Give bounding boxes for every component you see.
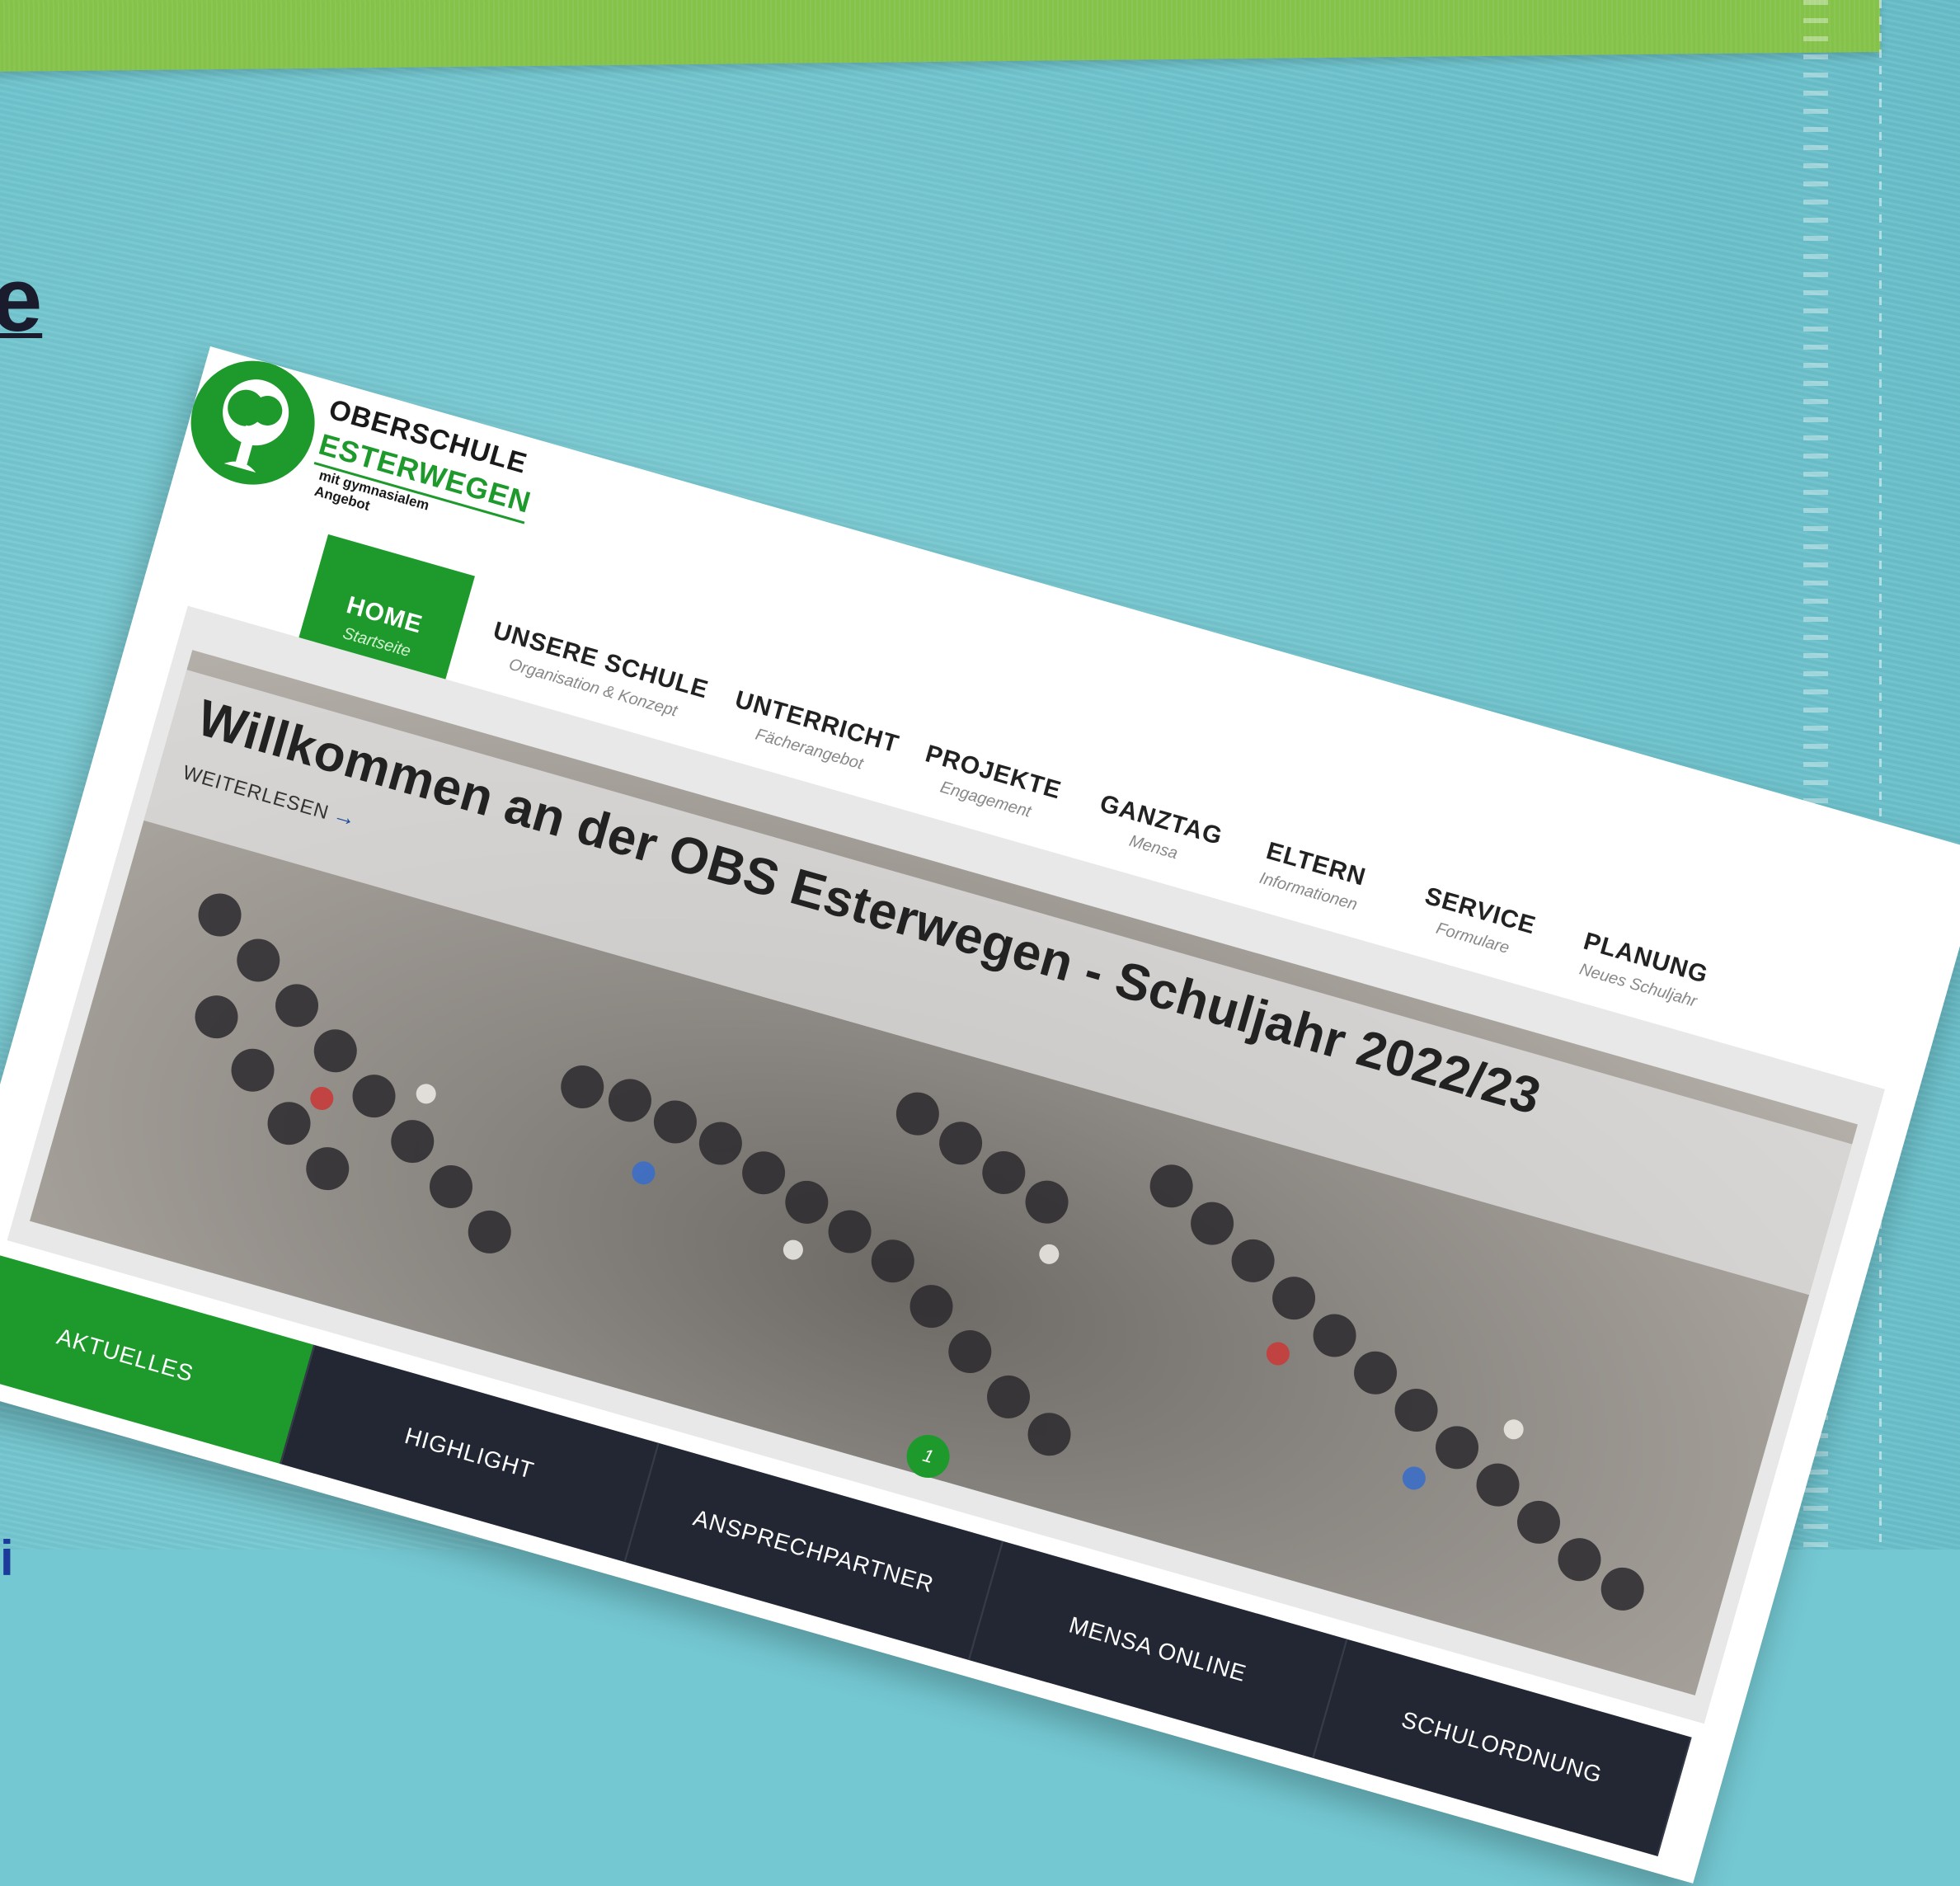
nav-item-eltern[interactable]: ELTERN Informationen [1257, 837, 1369, 915]
nav-item-ganztag[interactable]: GANZTAG Mensa [1090, 790, 1225, 875]
nav-item-projekte[interactable]: PROJEKTE Engagement [915, 740, 1065, 828]
edge-bottom-mark: i [0, 1531, 14, 1586]
nav-item-service[interactable]: SERVICE Formulare [1415, 882, 1539, 963]
edge-letter: e [0, 249, 43, 350]
stitch-decoration-2 [1879, 0, 1882, 1550]
nav-item-planung[interactable]: PLANUNG Neues Schuljahr [1574, 928, 1711, 1013]
